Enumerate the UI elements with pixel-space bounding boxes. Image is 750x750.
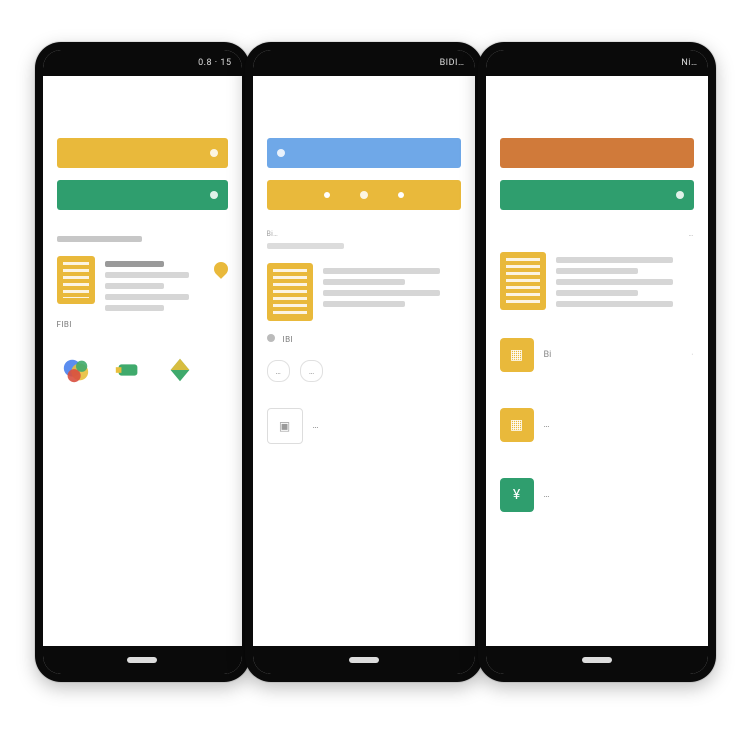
dot-icon [360, 191, 368, 199]
text-line [323, 301, 406, 307]
text-line [105, 294, 189, 300]
tile-label: Bi [544, 350, 552, 360]
content-area: Bi… IBI … … [253, 76, 475, 646]
status-text: Ni… [681, 58, 697, 68]
text-line [323, 268, 440, 274]
banner-secondary[interactable] [267, 180, 461, 210]
filter-chip[interactable]: … [300, 360, 323, 382]
banner-primary[interactable] [57, 138, 228, 168]
app-icon-row [57, 355, 228, 385]
nav-bar [253, 646, 475, 674]
document-thumb-icon[interactable] [267, 263, 313, 321]
content-area: FIBI [43, 76, 242, 646]
status-text: BIDI… [440, 58, 465, 68]
text-line [105, 305, 164, 311]
tile-icon: ▦ [500, 338, 534, 372]
banner-secondary[interactable] [500, 180, 694, 210]
bullet-icon [267, 334, 275, 342]
document-section [267, 263, 461, 321]
nav-bar [486, 646, 708, 674]
list-item[interactable]: ▣ … [267, 408, 461, 444]
home-indicator-icon[interactable] [582, 657, 612, 663]
text-line [105, 261, 164, 267]
text-line [323, 279, 406, 285]
document-section [500, 252, 694, 312]
home-indicator-icon[interactable] [349, 657, 379, 663]
status-bar: BIDI… [253, 50, 475, 76]
tile-list: ▦ Bi · ▦ … ¥ … [500, 326, 694, 524]
document-thumb-icon[interactable] [500, 252, 546, 310]
text-line [267, 243, 345, 249]
tile-icon: ▦ [500, 408, 534, 442]
text-line [556, 279, 673, 285]
heading-skeleton [57, 236, 143, 242]
filter-chip[interactable]: … [267, 360, 290, 382]
status-bar: Ni… [486, 50, 708, 76]
tile-label: … [544, 490, 550, 500]
item-icon: ▣ [267, 408, 303, 444]
text-line [105, 283, 164, 289]
text-line [556, 301, 673, 307]
list-item[interactable]: ¥ … [500, 478, 694, 512]
status-text: 0.8 · 15 [198, 58, 231, 68]
map-pin-icon[interactable] [211, 259, 231, 279]
app-icon[interactable] [165, 355, 195, 385]
text-line [556, 268, 639, 274]
banner-secondary[interactable] [57, 180, 228, 210]
dot-icon [277, 149, 285, 157]
nav-bar [43, 646, 242, 674]
meta-row: IBI [267, 331, 461, 344]
header-text: … [500, 230, 694, 238]
dot-icon [324, 192, 330, 198]
document-thumb-icon[interactable] [57, 256, 95, 304]
screen-3: Ni… … [486, 50, 708, 674]
list-item[interactable]: ▦ Bi · [500, 338, 694, 372]
phone-frame-1: 0.8 · 15 [35, 42, 250, 682]
phone-frame-3: Ni… … [478, 42, 716, 682]
text-line [556, 257, 673, 263]
phone-frame-2: BIDI… Bi… [245, 42, 483, 682]
tile-icon: ¥ [500, 478, 534, 512]
home-indicator-icon[interactable] [127, 657, 157, 663]
list-item[interactable]: ▦ … [500, 408, 694, 442]
dot-icon [210, 149, 218, 157]
dot-icon [210, 191, 218, 199]
banner-primary[interactable] [267, 138, 461, 168]
screen-2: BIDI… Bi… [253, 50, 475, 674]
app-icon[interactable] [113, 355, 143, 385]
tile-label: … [544, 420, 550, 430]
text-line [323, 290, 440, 296]
tile-meta: · [691, 351, 693, 359]
text-line [556, 290, 639, 296]
caption: FIBI [57, 320, 228, 329]
content-area: … ▦ Bi · [486, 76, 708, 646]
dot-icon [676, 191, 684, 199]
screen-1: 0.8 · 15 [43, 50, 242, 674]
chip-row: … … [267, 360, 461, 382]
dot-icon [398, 192, 404, 198]
item-label: … [313, 421, 319, 431]
caption: IBI [283, 335, 294, 344]
text-line [105, 272, 189, 278]
header-text: Bi… [267, 230, 461, 238]
app-icon[interactable] [61, 355, 91, 385]
status-bar: 0.8 · 15 [43, 50, 242, 76]
document-section [57, 256, 228, 316]
banner-primary[interactable] [500, 138, 694, 168]
